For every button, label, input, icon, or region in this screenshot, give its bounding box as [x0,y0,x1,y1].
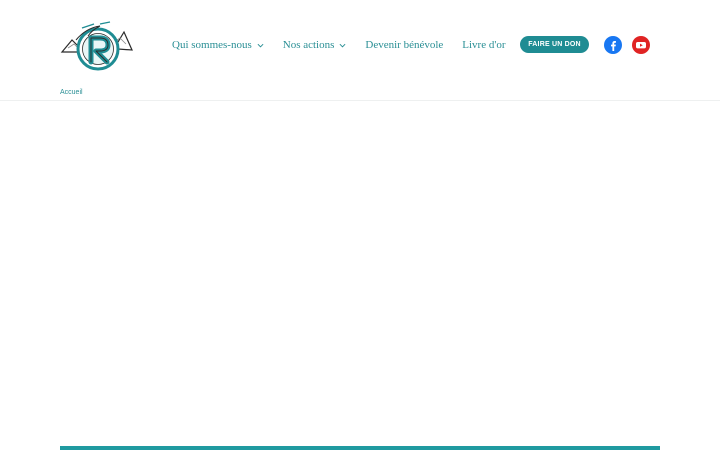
nav-item-devenir-benevole[interactable]: Devenir bénévole [365,39,443,51]
nav-item-label: Devenir bénévole [365,39,444,51]
chevron-down-icon [257,43,264,47]
nav-item-label: Qui sommes-nous [172,39,252,51]
footer-accent-bar [60,446,660,450]
ski-mountain-logo-icon [60,21,133,71]
nav-item-livre-dor[interactable]: Livre d'or [462,39,505,51]
breadcrumb-home-link[interactable]: Accueil [60,89,83,96]
youtube-link[interactable] [632,36,650,54]
donate-button[interactable]: FAIRE UN DON [520,36,589,53]
main-navigation: Qui sommes-nous Nos actions Devenir béné… [172,36,506,54]
site-header: Qui sommes-nous Nos actions Devenir béné… [0,0,720,101]
nav-item-nos-actions[interactable]: Nos actions [283,39,347,51]
nav-item-qui-sommes-nous[interactable]: Qui sommes-nous [172,39,264,51]
facebook-link[interactable] [604,36,622,54]
site-logo[interactable] [60,18,134,74]
youtube-icon [636,42,646,49]
chevron-down-icon [339,43,346,47]
nav-item-label: Nos actions [282,39,335,51]
nav-item-label: Livre d'or [462,39,506,51]
facebook-icon [611,41,616,51]
